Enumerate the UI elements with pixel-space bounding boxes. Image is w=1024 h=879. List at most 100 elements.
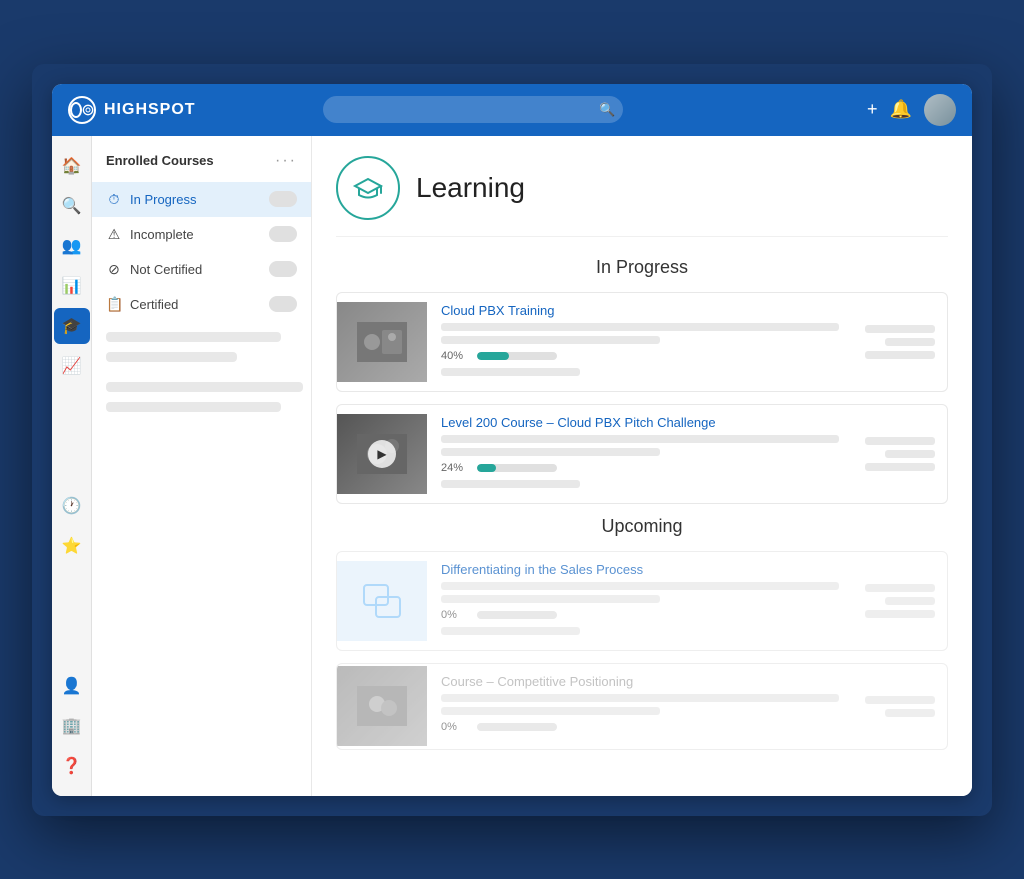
upcoming-section-title: Upcoming [336,516,948,537]
course-name-3[interactable]: Differentiating in the Sales Process [441,562,839,577]
progress-row-1: 40% [441,350,839,362]
app-name: HIGHSPOT [104,101,196,119]
course-side-4 [853,686,947,727]
course-card-1: Cloud PBX Training 40% [336,292,948,392]
progress-row-2: 24% [441,462,839,474]
enrolled-more-button[interactable]: ··· [275,152,297,170]
sidebar-icon-clock[interactable]: 🕐 [54,488,90,524]
course-side-1 [853,315,947,369]
section-in-progress: In Progress [336,257,948,504]
side-skel-2c [865,463,935,471]
course-side-2 [853,427,947,481]
skel-l11 [441,707,660,715]
skeleton-1 [106,332,281,342]
sidebar-icon-learning[interactable]: 🎓 [54,308,90,344]
side-skel-4b [885,709,935,717]
enrolled-title: Enrolled Courses [106,153,214,168]
play-button-2[interactable]: ▶ [368,440,396,468]
progress-pct-3: 0% [441,609,469,621]
sidebar-icons: 🏠 🔍 👥 📊 🎓 📈 🕐 ⭐ 👤 🏢 ❓ [52,136,92,796]
enrolled-header: Enrolled Courses ··· [92,152,311,182]
nav-item-not-certified[interactable]: ⊘ Not Certified [92,252,311,287]
incomplete-badge [269,226,297,242]
left-panel: Enrolled Courses ··· ⏱ In Progress ⚠ Inc… [92,136,312,796]
course-info-4: Course – Competitive Positioning 0% [427,664,853,749]
side-skel-4a [865,696,935,704]
sidebar-icon-users[interactable]: 👥 [54,228,90,264]
incomplete-icon: ⚠ [106,226,122,243]
search-bar: 🔍 [323,96,623,123]
progress-bar-bg-1 [477,352,557,360]
skel-l3 [441,368,580,376]
sidebar-icon-analytics[interactable]: 📈 [54,348,90,384]
progress-bar-bg-3 [477,611,557,619]
top-bar: HIGHSPOT 🔍 + 🔔 [52,84,972,136]
side-skel-1c [865,351,935,359]
browser-window: HIGHSPOT 🔍 + 🔔 🏠 🔍 👥 📊 🎓 📈 [52,84,972,796]
skeleton-4 [106,402,281,412]
main-layout: 🏠 🔍 👥 📊 🎓 📈 🕐 ⭐ 👤 🏢 ❓ Enrolled Courses ·… [52,136,972,796]
sidebar-icon-building[interactable]: 🏢 [54,708,90,744]
course-card-3: Differentiating in the Sales Process 0% [336,551,948,651]
progress-pct-1: 40% [441,350,469,362]
outer-container: HIGHSPOT 🔍 + 🔔 🏠 🔍 👥 📊 🎓 📈 [32,64,992,816]
upcoming-thumb-1 [337,561,427,641]
sidebar-icon-star[interactable]: ⭐ [54,528,90,564]
side-skel-2b [885,450,935,458]
search-icon[interactable]: 🔍 [599,102,615,118]
nav-item-in-progress[interactable]: ⏱ In Progress [92,182,311,217]
course-info-2: Level 200 Course – Cloud PBX Pitch Chall… [427,405,853,503]
skeleton-2 [106,352,237,362]
course-info-3: Differentiating in the Sales Process 0% [427,552,853,650]
sidebar-icon-person[interactable]: 👤 [54,668,90,704]
side-skel-2a [865,437,935,445]
skel-l1 [441,323,839,331]
skeleton-3 [106,382,303,392]
side-skel-1a [865,325,935,333]
side-skel-3a [865,584,935,592]
section-upcoming: Upcoming Differentiati [336,516,948,750]
skel-l8 [441,595,660,603]
search-input[interactable] [323,96,623,123]
sidebar-icon-help[interactable]: ❓ [54,748,90,784]
skel-l2 [441,336,660,344]
add-button[interactable]: + [867,99,878,120]
course-name-1[interactable]: Cloud PBX Training [441,303,839,318]
certified-label: Certified [130,297,261,312]
course-info-1: Cloud PBX Training 40% [427,293,853,391]
nav-item-certified[interactable]: 📋 Certified [92,287,311,322]
side-skel-1b [885,338,935,346]
skel-l9 [441,627,580,635]
sidebar-icon-home[interactable]: 🏠 [54,148,90,184]
not-certified-label: Not Certified [130,262,261,277]
skel-l10 [441,694,839,702]
course-name-2[interactable]: Level 200 Course – Cloud PBX Pitch Chall… [441,415,839,430]
not-certified-badge [269,261,297,277]
progress-bar-fill-1 [477,352,509,360]
in-progress-section-title: In Progress [336,257,948,278]
page-title: Learning [416,172,525,204]
skel-l4 [441,435,839,443]
sidebar-icon-presentation[interactable]: 📊 [54,268,90,304]
skel-l6 [441,480,580,488]
notification-button[interactable]: 🔔 [890,99,912,120]
progress-bar-bg-2 [477,464,557,472]
course-name-4[interactable]: Course – Competitive Positioning [441,674,839,689]
certified-icon: 📋 [106,296,122,313]
course-thumb-1 [337,302,427,382]
avatar[interactable] [924,94,956,126]
logo-icon [68,96,96,124]
upcoming-thumb-2 [337,666,427,746]
course-side-3 [853,574,947,628]
incomplete-label: Incomplete [130,227,261,242]
main-content: Learning In Progress [312,136,972,796]
certified-badge [269,296,297,312]
progress-bar-fill-2 [477,464,496,472]
nav-item-incomplete[interactable]: ⚠ Incomplete [92,217,311,252]
skel-l5 [441,448,660,456]
top-bar-actions: + 🔔 [867,94,956,126]
not-certified-icon: ⊘ [106,261,122,278]
sidebar-icon-search[interactable]: 🔍 [54,188,90,224]
side-skel-3c [865,610,935,618]
course-thumb-2: ▶ [337,414,427,494]
